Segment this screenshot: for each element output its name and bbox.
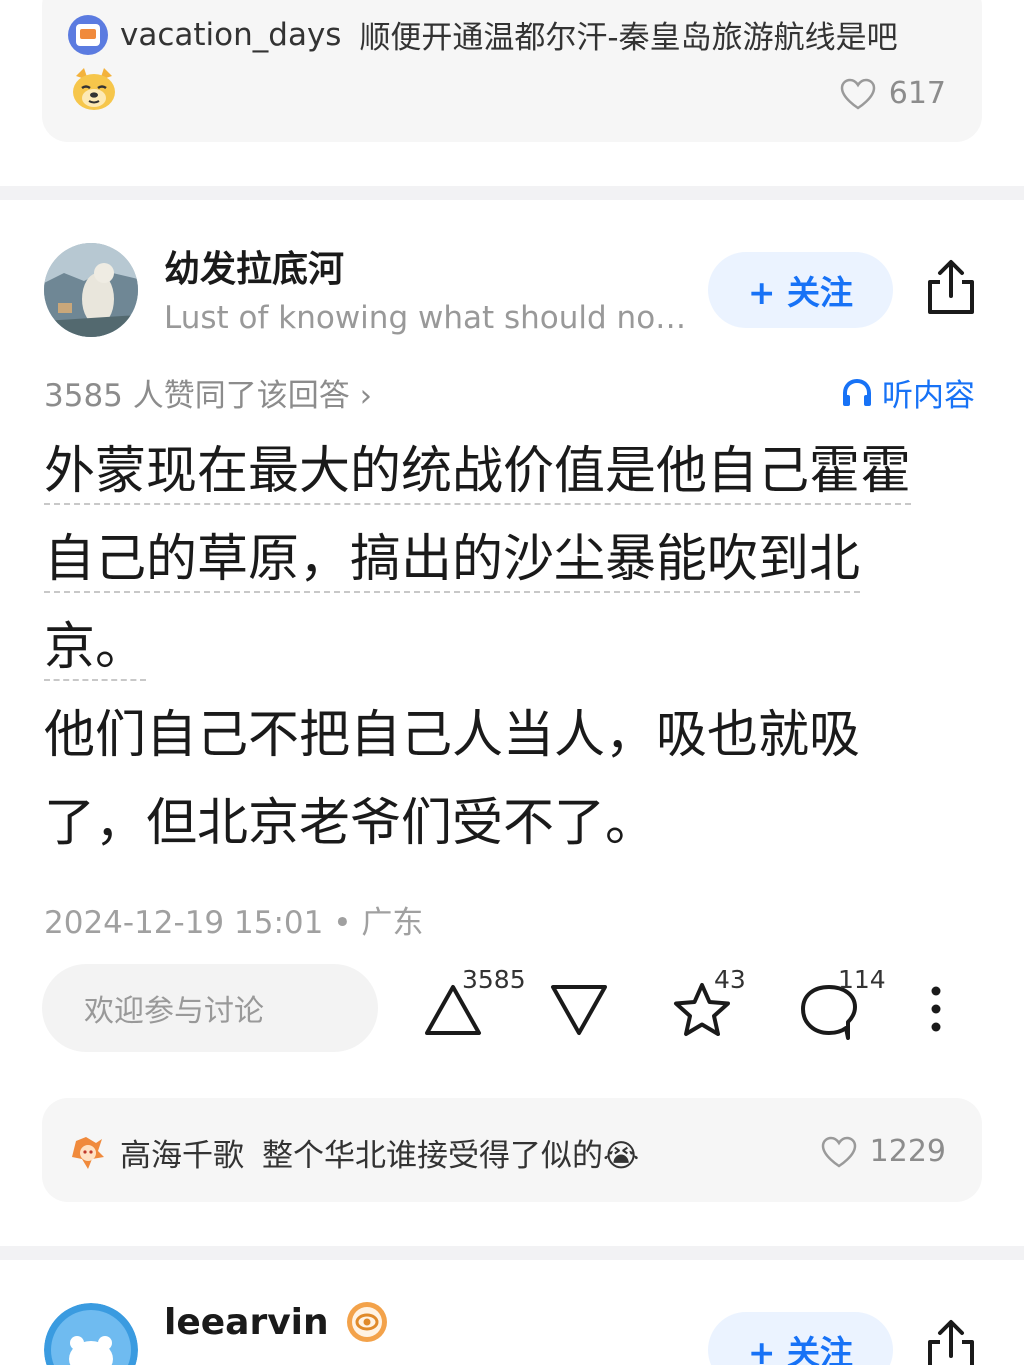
listen-button[interactable]: 听内容 [840,370,975,415]
commenter-avatar[interactable] [68,1132,108,1173]
next-author-name-row: leearvin [164,1300,389,1344]
upvote-count: 3585 [462,965,526,994]
answer-timestamp: 2024-12-19 15:01 • 广东 [44,905,424,941]
commenter-username[interactable]: vacation_days [120,17,341,53]
section-divider [0,186,1024,200]
comment-count: 114 [838,965,886,994]
top-comment-card[interactable]: vacation_days 顺便开通温都尔汗-秦皇岛旅游航线是吧 617 [42,0,982,142]
discussion-input[interactable]: 欢迎参与讨论 [42,964,378,1052]
follow-button[interactable]: + 关注 [708,252,893,328]
more-options-button[interactable] [926,984,946,1038]
top-comment-line: vacation_days 顺便开通温都尔汗-秦皇岛旅游航线是吧 [68,12,898,57]
commenter-username[interactable]: 高海千歌 [120,1130,244,1175]
featured-comment-line: 高海千歌 整个华北谁接受得了似的😭 [68,1130,639,1175]
listen-label: 听内容 [882,378,975,414]
more-vertical-icon [931,986,941,1032]
next-author-avatar[interactable] [44,1303,138,1365]
answer-line: 了，但北京老爷们受不了。 [44,794,657,853]
answer-content: 外蒙现在最大的统战价值是他自己霍霍 自己的草原，搞出的沙尘暴能吹到北 京。 他们… [44,428,974,868]
featured-comment-like-button[interactable]: 1229 [820,1134,946,1169]
author-avatar[interactable] [44,243,138,337]
answer-paragraph-1: 外蒙现在最大的统战价值是他自己霍霍 自己的草原，搞出的沙尘暴能吹到北 京。 [44,428,974,692]
creator-badge-icon [346,1302,387,1342]
next-share-icon[interactable] [924,1318,978,1365]
approvals-link[interactable]: 3585 人赞同了该回答 › [44,370,372,415]
next-author-name[interactable]: leearvin [164,1302,329,1343]
heart-icon [840,78,875,109]
answer-line: 外蒙现在最大的统战价值是他自己霍霍 [44,442,912,505]
downvote-button[interactable] [548,982,610,1042]
favorite-count: 43 [714,965,746,994]
answer-line: 他们自己不把自己人当人，吸也就吸 [44,706,861,765]
heart-icon [821,1136,856,1167]
doge-emoji [70,66,118,112]
comment-text: 顺便开通温都尔汗-秦皇岛旅游航线是吧 [359,20,898,56]
answer-paragraph-2: 他们自己不把自己人当人，吸也就吸 了，但北京老爷们受不了。 [44,692,974,868]
triangle-down-icon [551,985,607,1035]
share-icon[interactable] [924,258,978,322]
author-name[interactable]: 幼发拉底河 [164,240,344,292]
headphones-icon [843,378,871,406]
featured-comment-card[interactable]: 高海千歌 整个华北谁接受得了似的😭 1229 [42,1098,982,1202]
commenter-avatar[interactable] [68,14,108,55]
featured-comment-like-count: 1229 [869,1134,946,1169]
top-comment-like-count: 617 [888,76,946,111]
top-comment-like-button[interactable]: 617 [839,76,946,111]
section-divider [0,1246,1024,1260]
author-bio: Lust of knowing what should not be known [164,300,689,336]
comment-text: 整个华北谁接受得了似的😭 [262,1138,640,1174]
next-follow-button[interactable]: + 关注 [708,1312,893,1365]
answer-line: 自己的草原，搞出的沙尘暴能吹到北 [44,530,861,593]
answer-line: 京。 [44,618,147,681]
